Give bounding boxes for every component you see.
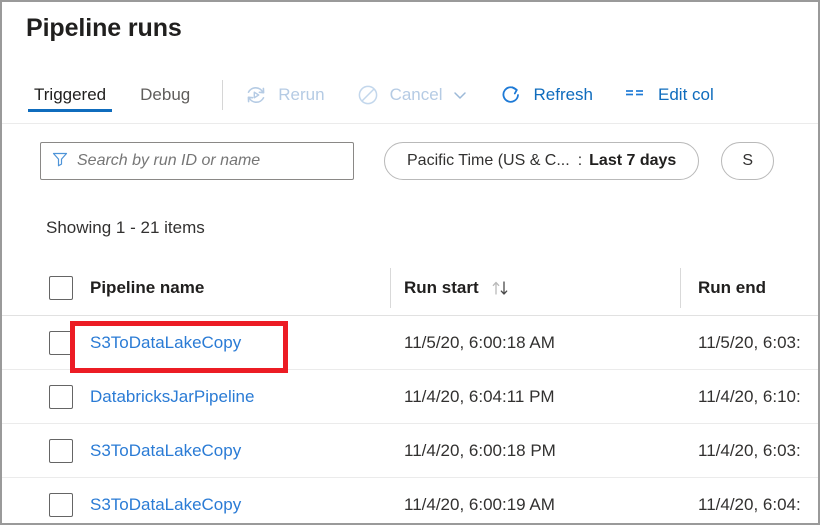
rerun-button[interactable]: Rerun — [237, 76, 330, 114]
search-input[interactable]: Search by run ID or name — [40, 142, 354, 180]
time-range-filter[interactable]: Pacific Time (US & C... : Last 7 days — [384, 142, 699, 180]
pipeline-name-link[interactable]: DatabricksJarPipeline — [90, 370, 254, 424]
column-header-pipeline-name-label: Pipeline name — [90, 278, 204, 298]
column-header-pipeline-name[interactable]: Pipeline name — [90, 278, 204, 298]
row-checkbox[interactable] — [49, 331, 73, 355]
sort-arrows-icon[interactable] — [491, 279, 513, 297]
status-filter-label: S — [742, 152, 753, 170]
search-placeholder: Search by run ID or name — [77, 152, 260, 170]
cancel-button[interactable]: Cancel — [349, 76, 475, 114]
column-header-run-start[interactable]: Run start — [404, 278, 513, 298]
time-zone-label: Pacific Time (US & C... — [407, 152, 570, 170]
table-row[interactable]: S3ToDataLakeCopy 11/5/20, 6:00:18 AM 11/… — [2, 316, 820, 370]
pipeline-runs-table: Pipeline name Run start Run end S3ToData… — [2, 260, 820, 525]
run-start-value: 11/5/20, 6:00:18 AM — [404, 316, 555, 370]
column-divider — [390, 268, 391, 308]
tab-debug[interactable]: Debug — [134, 66, 196, 124]
pipeline-name-link[interactable]: S3ToDataLakeCopy — [90, 478, 241, 525]
edit-columns-label: Edit col — [658, 85, 714, 105]
filter-bar: Search by run ID or name Pacific Time (U… — [2, 132, 820, 190]
rerun-label: Rerun — [278, 85, 324, 105]
table-row[interactable]: S3ToDataLakeCopy 11/4/20, 6:00:18 PM 11/… — [2, 424, 820, 478]
tab-list: Triggered Debug — [2, 66, 218, 124]
table-row[interactable]: DatabricksJarPipeline 11/4/20, 6:04:11 P… — [2, 370, 820, 424]
pipeline-name-link[interactable]: S3ToDataLakeCopy — [90, 316, 241, 370]
time-range-value: Last 7 days — [589, 152, 676, 170]
filter-icon — [51, 150, 69, 173]
edit-columns-icon — [623, 82, 649, 108]
run-start-value: 11/4/20, 6:00:18 PM — [404, 424, 556, 478]
toolbar-divider — [222, 80, 223, 110]
refresh-button[interactable]: Refresh — [492, 76, 599, 114]
page-title: Pipeline runs — [26, 14, 182, 43]
row-checkbox[interactable] — [49, 493, 73, 517]
refresh-icon — [498, 82, 524, 108]
select-all-checkbox[interactable] — [49, 276, 73, 300]
run-end-value: 11/4/20, 6:04: — [698, 478, 801, 525]
status-filter[interactable]: S — [721, 142, 774, 180]
run-start-value: 11/4/20, 6:00:19 AM — [404, 478, 555, 525]
refresh-label: Refresh — [533, 85, 593, 105]
cancel-icon — [355, 82, 381, 108]
chevron-down-icon[interactable] — [452, 87, 468, 103]
pipeline-name-link[interactable]: S3ToDataLakeCopy — [90, 424, 241, 478]
edit-columns-button[interactable]: Edit col — [617, 76, 720, 114]
table-header-row: Pipeline name Run start Run end — [2, 260, 820, 316]
run-end-value: 11/5/20, 6:03: — [698, 316, 801, 370]
tab-debug-label: Debug — [140, 85, 190, 105]
row-checkbox[interactable] — [49, 439, 73, 463]
time-filter-separator: : — [578, 152, 582, 170]
run-start-value: 11/4/20, 6:04:11 PM — [404, 370, 555, 424]
rerun-icon — [243, 82, 269, 108]
tab-triggered-label: Triggered — [34, 85, 106, 105]
pipeline-runs-panel: Pipeline runs Triggered Debug — [0, 0, 820, 525]
run-end-value: 11/4/20, 6:03: — [698, 424, 801, 478]
cancel-label: Cancel — [390, 85, 443, 105]
command-bar: Triggered Debug Rerun — [2, 66, 820, 124]
column-header-run-start-label: Run start — [404, 278, 479, 298]
column-header-run-end[interactable]: Run end — [698, 278, 766, 298]
tab-triggered[interactable]: Triggered — [28, 66, 112, 124]
row-checkbox[interactable] — [49, 385, 73, 409]
column-divider — [680, 268, 681, 308]
column-header-run-end-label: Run end — [698, 278, 766, 298]
results-count: Showing 1 - 21 items — [46, 218, 205, 238]
run-end-value: 11/4/20, 6:10: — [698, 370, 801, 424]
table-row[interactable]: S3ToDataLakeCopy 11/4/20, 6:00:19 AM 11/… — [2, 478, 820, 525]
